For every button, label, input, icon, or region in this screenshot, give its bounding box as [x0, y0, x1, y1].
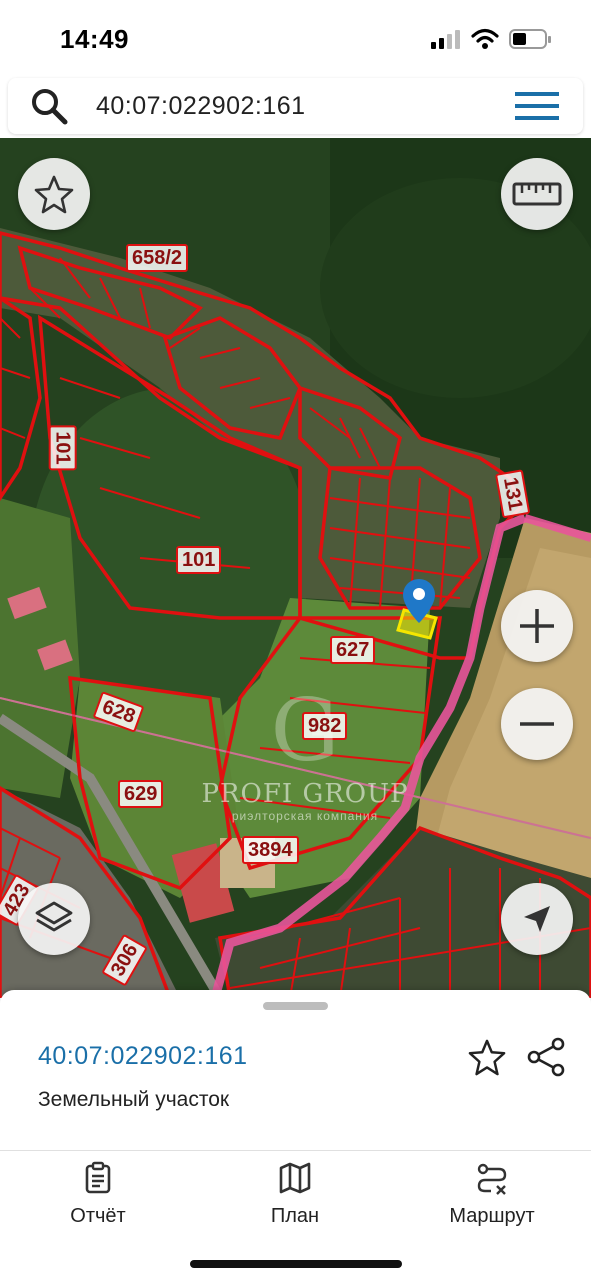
search-input[interactable]: 40:07:022902:161 — [96, 92, 306, 121]
route-icon — [477, 1163, 507, 1195]
zoom-out-icon — [520, 722, 554, 726]
map-view[interactable]: 658/2 101 101 131 627 628 982 629 3894 4… — [0, 138, 591, 998]
signal-icon — [431, 30, 460, 49]
nav-plan[interactable]: План — [225, 1161, 365, 1228]
plot-label: 3894 — [242, 836, 299, 864]
search-icon[interactable] — [30, 87, 68, 125]
star-icon[interactable] — [468, 1038, 506, 1076]
star-icon — [34, 175, 74, 214]
nav-plan-label: План — [270, 1205, 320, 1227]
status-icons — [431, 28, 553, 50]
plot-label: 627 — [330, 636, 376, 664]
zoom-out-button[interactable] — [501, 688, 573, 760]
plot-label: 101 — [48, 425, 77, 471]
status-time: 14:49 — [60, 24, 129, 54]
plan-icon — [279, 1162, 311, 1194]
watermark-logo: G — [270, 681, 340, 781]
sheet-handle[interactable] — [263, 1002, 328, 1010]
wifi-icon — [471, 28, 499, 49]
report-icon — [85, 1161, 111, 1194]
map-marker-icon[interactable] — [402, 578, 436, 624]
object-type: Земельный участок — [38, 1088, 230, 1111]
nav-route[interactable]: Маршрут — [422, 1161, 562, 1228]
nav-report[interactable]: Отчёт — [28, 1161, 168, 1228]
ruler-button[interactable] — [501, 158, 573, 230]
plot-label: 101 — [176, 546, 222, 574]
search-bar[interactable]: 40:07:022902:161 — [8, 78, 583, 134]
watermark-brand: PROFI GROUP — [201, 779, 409, 809]
nav-report-label: Отчёт — [70, 1205, 126, 1227]
plot-label: 629 — [118, 780, 164, 808]
battery-icon — [509, 29, 551, 49]
status-bar: 14:49 — [0, 0, 591, 78]
locate-button[interactable] — [501, 883, 573, 955]
locate-icon — [524, 906, 550, 932]
share-icon[interactable] — [525, 1036, 567, 1078]
ruler-icon — [512, 182, 562, 206]
nav-route-label: Маршрут — [449, 1205, 535, 1227]
cadastral-number: 40:07:022902:161 — [38, 1042, 248, 1070]
layers-button[interactable] — [18, 883, 90, 955]
layers-icon — [35, 901, 73, 932]
plot-info-sheet[interactable]: 40:07:022902:161 Земельный участок — [0, 990, 591, 1150]
watermark: G PROFI GROUP риэлторская компания — [190, 683, 420, 823]
home-indicator[interactable] — [190, 1260, 402, 1268]
zoom-in-button[interactable] — [501, 590, 573, 662]
zoom-in-icon — [520, 609, 554, 643]
satellite-imagery — [0, 138, 591, 998]
favorite-button[interactable] — [18, 158, 90, 230]
watermark-tagline: риэлторская компания — [231, 809, 379, 823]
plot-label: 658/2 — [126, 244, 189, 272]
menu-icon[interactable] — [515, 90, 559, 122]
